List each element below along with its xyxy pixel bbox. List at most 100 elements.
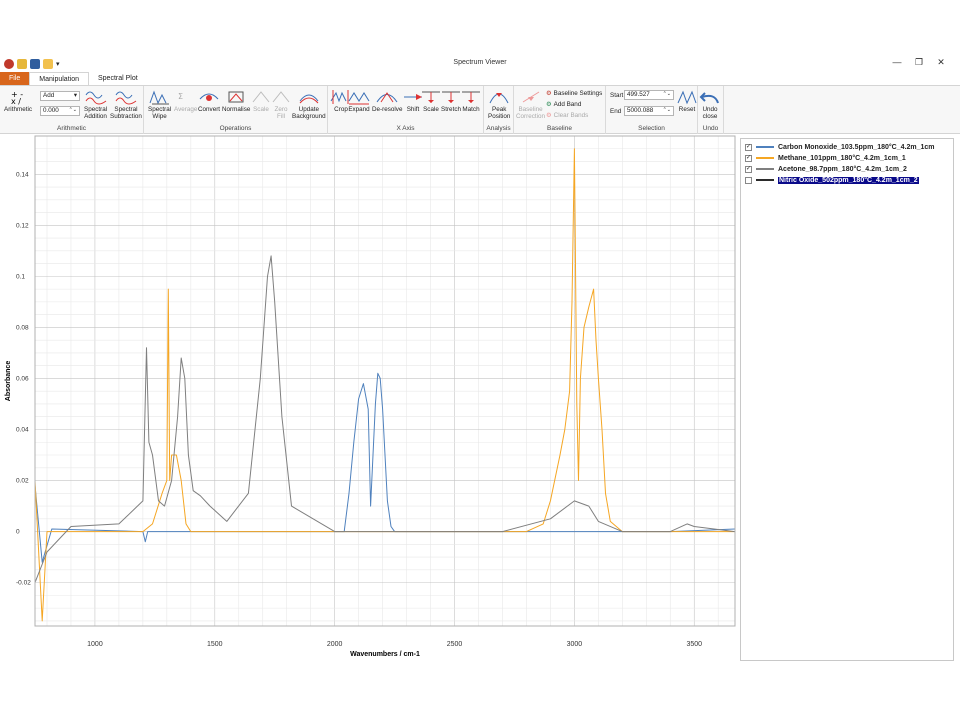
spectral-addition-button[interactable]: Spectral Addition: [84, 89, 107, 120]
svg-text:x /: x /: [11, 97, 21, 105]
x-axis-group: Crop Expand De-resolve Shift Scale Stret…: [328, 86, 484, 134]
update-background-button[interactable]: Update Background: [292, 89, 326, 120]
zero-fill-icon: [272, 91, 290, 103]
y-tick-label: 0.08: [16, 324, 29, 331]
legend-checkbox[interactable]: ✓: [745, 154, 752, 162]
chevron-down-icon: ▾: [73, 92, 77, 99]
window-controls: — ❐ ✕: [886, 57, 952, 68]
y-tick-label: 0.04: [16, 426, 29, 433]
y-tick-label: 0: [16, 529, 20, 536]
tab-manipulation[interactable]: Manipulation: [29, 72, 89, 85]
legend-checkbox[interactable]: ✓: [745, 165, 752, 173]
legend-swatch: [756, 157, 774, 159]
legend-label: Acetone_98.7ppm_180°C_4.2m_1cm_2: [778, 165, 907, 173]
x-tick-label: 1000: [87, 641, 103, 648]
spectral-wipe-button[interactable]: Spectral Wipe: [148, 89, 171, 120]
analysis-group-label: Analysis: [486, 125, 511, 132]
stretch-button[interactable]: Stretch: [440, 89, 462, 113]
operations-group: Spectral Wipe Σ Average Convert Normalis…: [144, 86, 328, 134]
end-field[interactable]: 5000.088 ⌃⌄: [624, 106, 674, 116]
convert-icon: [199, 93, 219, 101]
arithmetic-group: + -x / Arithmetic Add ▾ 0.000 ⌃⌄ Spectral …: [0, 86, 144, 134]
end-label: End: [610, 108, 622, 115]
spectral-subtraction-icon: [115, 91, 137, 105]
operations-scale-button[interactable]: Scale: [250, 89, 272, 113]
x-tick-label: 1500: [207, 641, 223, 648]
baseline-settings-label: Baseline Settings: [553, 90, 603, 97]
minimize-button[interactable]: —: [886, 57, 908, 68]
stretch-icon: [442, 91, 460, 103]
undo-close-button[interactable]: Undo close: [699, 89, 721, 120]
add-band-icon: ⚙: [546, 101, 552, 108]
settings-icon: ⚙: [546, 90, 552, 97]
peak-position-button[interactable]: Peak Position: [488, 89, 510, 120]
legend-label: Nitric Oxide_502ppm_180°C_4.2m_1cm_2: [778, 176, 919, 184]
plot-grid: [35, 136, 735, 626]
stepper-arrows-icon: ⌃⌄: [662, 107, 671, 113]
add-band-button[interactable]: ⚙ Add Band: [546, 101, 581, 108]
reset-button[interactable]: Reset: [676, 89, 698, 113]
peak-position-icon: [489, 93, 509, 104]
add-band-label: Add Band: [553, 101, 582, 108]
match-button[interactable]: Match: [460, 89, 482, 113]
ribbon-tabs: File Manipulation Spectral Plot: [0, 72, 960, 86]
baseline-group: Baseline Correction ⚙ Baseline Settings ⚙…: [514, 86, 606, 134]
analysis-group: Peak Position Analysis: [484, 86, 514, 134]
expand-button[interactable]: Expand: [348, 89, 370, 113]
legend-label: Methane_101ppm_180°C_4.2m_1cm_1: [778, 154, 906, 162]
operation-select[interactable]: Add ▾: [40, 91, 80, 101]
restore-button[interactable]: ❐: [908, 57, 930, 68]
window-title: Spectrum Viewer: [453, 59, 507, 66]
x-tick-label: 2500: [447, 641, 463, 648]
legend-item[interactable]: Nitric Oxide_502ppm_180°C_4.2m_1cm_2: [745, 175, 919, 185]
legend-item[interactable]: ✓ Acetone_98.7ppm_180°C_4.2m_1cm_2: [745, 164, 907, 174]
series-line: [34, 148, 735, 622]
arithmetic-icon: + -x /: [11, 90, 23, 105]
scale-icon: [422, 91, 440, 103]
normalise-icon: [228, 91, 244, 103]
tab-file[interactable]: File: [0, 72, 30, 85]
baseline-correction-button[interactable]: Baseline Correction: [516, 89, 545, 120]
spectrum-plot[interactable]: 1000 1500 2000 2500 3000 3500 -0.02 0 0.02 0.04 0.…: [0, 134, 740, 660]
y-tick-label: 0.1: [16, 273, 25, 280]
legend-swatch: [756, 168, 774, 170]
spectral-subtraction-button[interactable]: Spectral Subtraction: [110, 89, 142, 120]
legend-checkbox[interactable]: ✓: [745, 143, 752, 151]
operand-stepper[interactable]: 0.000 ⌃⌄: [40, 106, 80, 116]
selection-group: Start 499.527 ⌃⌄ End 5000.088 ⌃⌄ Reset Sel…: [606, 86, 698, 134]
close-button[interactable]: ✕: [930, 57, 952, 68]
normalise-button[interactable]: Normalise: [222, 89, 250, 113]
stepper-arrows-icon: ⌃⌄: [68, 107, 77, 113]
de-resolve-icon: [376, 92, 398, 103]
start-label: Start: [610, 92, 624, 99]
match-icon: [462, 91, 480, 103]
legend-item[interactable]: ✓ Carbon Monoxide_103.5ppm_180°C_4.2m_1c…: [745, 142, 934, 152]
zero-fill-button[interactable]: Zero Fill: [270, 89, 292, 120]
arithmetic-button[interactable]: + -x / Arithmetic: [4, 89, 32, 113]
undo-group-label: Undo: [702, 125, 719, 132]
reset-icon: [677, 90, 697, 105]
convert-button[interactable]: Convert: [198, 89, 220, 113]
clear-bands-button[interactable]: ⚙ Clear Bands: [546, 112, 588, 119]
y-tick-label: 0.02: [16, 478, 29, 485]
series-line: [34, 255, 736, 583]
arithmetic-group-label: Arithmetic: [57, 125, 86, 132]
spectral-wipe-icon: [149, 90, 169, 105]
average-button[interactable]: Σ Average: [174, 89, 197, 113]
legend-label: Carbon Monoxide_103.5ppm_180°C_4.2m_1cm: [778, 143, 935, 151]
de-resolve-button[interactable]: De-resolve: [372, 89, 402, 113]
legend-swatch: [756, 146, 774, 148]
legend-swatch: [756, 179, 774, 181]
y-tick-label: 0.12: [16, 222, 29, 229]
y-axis-label: Absorbance: [5, 361, 12, 402]
x-tick-label: 3500: [686, 641, 702, 648]
legend-panel: ✓ Carbon Monoxide_103.5ppm_180°C_4.2m_1c…: [740, 138, 954, 661]
title-bar: ▾ Spectrum Viewer — ❐ ✕: [0, 56, 960, 72]
legend-item[interactable]: ✓ Methane_101ppm_180°C_4.2m_1cm_1: [745, 153, 906, 163]
x-axis-scale-button[interactable]: Scale: [420, 89, 442, 113]
start-field[interactable]: 499.527 ⌃⌄: [624, 90, 674, 100]
baseline-settings-button[interactable]: ⚙ Baseline Settings: [546, 90, 602, 97]
tab-spectral-plot[interactable]: Spectral Plot: [89, 72, 147, 85]
legend-checkbox[interactable]: [745, 176, 752, 184]
update-background-icon: [299, 94, 319, 104]
